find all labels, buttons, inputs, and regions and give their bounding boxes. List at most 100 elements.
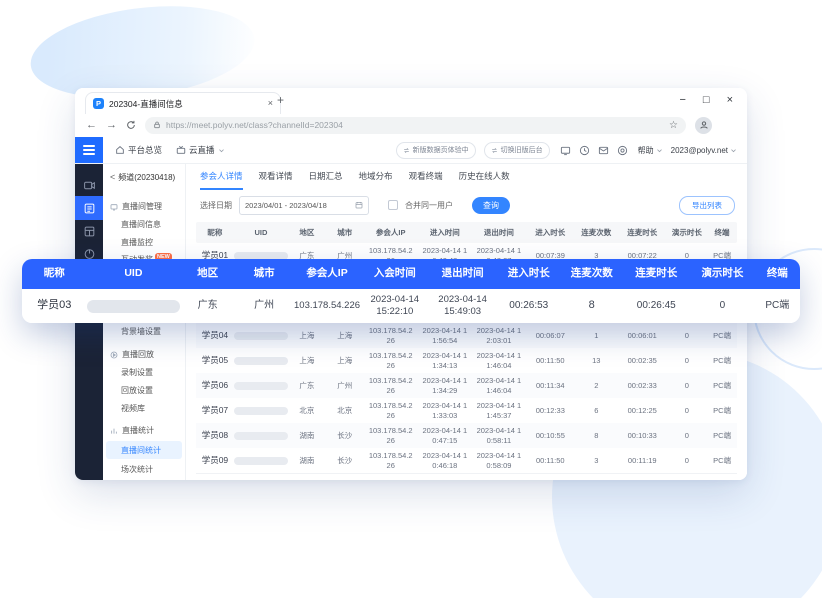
enter-time-cell: 2023-04-14 11:34:29 bbox=[418, 376, 472, 395]
city-cell: 广州 bbox=[326, 381, 364, 390]
column-header: 参会人IP bbox=[364, 228, 418, 237]
sidebar-section-live-room-manage[interactable]: 直播间管理 bbox=[110, 201, 162, 212]
new-version-badge[interactable]: 新版数据页体验中 bbox=[396, 142, 476, 159]
overlay-column-header: 参会人IP bbox=[293, 267, 361, 280]
swap-icon bbox=[491, 147, 498, 154]
demo-duration-cell: 0 bbox=[667, 406, 708, 415]
help-menu[interactable]: 帮助 bbox=[638, 145, 663, 156]
sidebar-section-live-playback[interactable]: 直播回放 bbox=[110, 349, 154, 360]
name-cell: 学员06 bbox=[196, 380, 234, 391]
exit-time-cell: 2023-04-14 10:58:11 bbox=[472, 426, 526, 445]
uid-redacted-pill bbox=[234, 357, 288, 365]
tab-title: 202304-直播间信息 bbox=[109, 98, 263, 110]
sidebar-item-record-settings[interactable]: 录制设置 bbox=[121, 367, 153, 378]
terminal-cell: PC端 bbox=[755, 300, 800, 313]
reload-icon[interactable] bbox=[126, 120, 136, 130]
magnified-row-overlay: 昵称UID地区城市参会人IP入会时间退出时间进入时长连麦次数连麦时长演示时长终端… bbox=[22, 259, 800, 323]
detail-tabs: 参会人详情 观看详情 日期汇总 地域分布 观看终端 历史在线人数 bbox=[186, 164, 747, 190]
mic-duration-cell: 00:11:19 bbox=[618, 456, 667, 465]
uid-redacted-pill bbox=[234, 457, 288, 465]
account-menu[interactable]: 2023@polyv.net bbox=[671, 146, 737, 155]
mic-duration-cell: 00:10:33 bbox=[618, 431, 667, 440]
lock-icon bbox=[153, 121, 161, 129]
profile-avatar[interactable] bbox=[695, 117, 712, 134]
cloud-live-label: 云直播 bbox=[189, 144, 215, 156]
overlay-header-row: 昵称UID地区城市参会人IP入会时间退出时间进入时长连麦次数连麦时长演示时长终端 bbox=[22, 259, 800, 289]
clock-icon[interactable] bbox=[579, 145, 590, 156]
sidebar-item-session-stats[interactable]: 场次统计 bbox=[121, 464, 153, 475]
tab-date-summary[interactable]: 日期汇总 bbox=[309, 164, 343, 190]
new-tab-button[interactable]: + bbox=[277, 94, 284, 106]
sidebar-item-live-monitor[interactable]: 直播监控 bbox=[121, 237, 153, 248]
mic-duration-cell: 00:02:33 bbox=[618, 381, 667, 390]
column-header: 连麦时长 bbox=[618, 228, 667, 237]
query-button[interactable]: 查询 bbox=[472, 197, 510, 214]
overlay-data-row: 学员03广东广州103.178.54.2262023-04-14 15:22:1… bbox=[22, 289, 800, 323]
window-minimize-icon[interactable]: − bbox=[679, 95, 685, 106]
tab-view-terminal[interactable]: 观看终端 bbox=[409, 164, 443, 190]
name-cell: 学员03 bbox=[22, 299, 87, 313]
document-list-icon[interactable] bbox=[75, 196, 103, 220]
display-icon[interactable] bbox=[560, 145, 571, 156]
enter-time-cell: 2023-04-14 10:46:18 bbox=[418, 451, 472, 470]
mail-icon[interactable] bbox=[598, 145, 609, 156]
mic-duration-cell: 00:26:45 bbox=[622, 300, 690, 313]
table-row: 学员09湖南长沙103.178.54.2262023-04-14 10:46:1… bbox=[196, 448, 737, 473]
browser-tab-strip: P 202304-直播间信息 × + − □ × bbox=[75, 88, 747, 113]
tab-close-icon[interactable]: × bbox=[268, 99, 273, 108]
switch-old-version-badge[interactable]: 切换旧版后台 bbox=[484, 142, 550, 159]
column-header: 退出时间 bbox=[472, 228, 526, 237]
window-close-icon[interactable]: × bbox=[727, 95, 733, 106]
region-cell: 湖南 bbox=[288, 431, 326, 440]
uid-cell bbox=[234, 332, 288, 340]
region-cell: 上海 bbox=[288, 356, 326, 365]
sidebar-item-video-library[interactable]: 视频库 bbox=[121, 403, 145, 414]
url-field[interactable]: https://meet.polyv.net/class?channelId=2… bbox=[145, 117, 686, 134]
uid-redacted-pill bbox=[234, 332, 288, 340]
enter-time-cell: 2023-04-14 15:22:10 bbox=[361, 294, 429, 318]
tab-region-distribution[interactable]: 地域分布 bbox=[359, 164, 393, 190]
layout-grid-icon[interactable] bbox=[75, 220, 103, 242]
column-header: 昵称 bbox=[196, 228, 234, 237]
uid-cell bbox=[234, 432, 288, 440]
sidebar-item-live-room-stats[interactable]: 直播间统计 bbox=[106, 441, 182, 459]
enter-time-cell: 2023-04-14 10:47:15 bbox=[418, 426, 472, 445]
forward-icon[interactable]: → bbox=[106, 120, 117, 131]
export-list-button[interactable]: 导出列表 bbox=[679, 196, 735, 215]
camera-icon[interactable] bbox=[75, 174, 103, 196]
city-cell: 北京 bbox=[326, 406, 364, 415]
table-row: 学员04上海上海103.178.54.2262023-04-14 11:56:5… bbox=[196, 323, 737, 348]
service-icon[interactable] bbox=[617, 145, 628, 156]
sidebar-back-channel[interactable]: < 频道(20230418) bbox=[110, 172, 175, 183]
bookmark-star-icon[interactable]: ☆ bbox=[669, 120, 678, 131]
sidebar-item-live-room-info[interactable]: 直播间信息 bbox=[121, 219, 161, 230]
duration-cell: 00:11:50 bbox=[526, 356, 575, 365]
mic-duration-cell: 00:02:35 bbox=[618, 356, 667, 365]
swap-icon bbox=[403, 147, 410, 154]
platform-overview-link[interactable]: 平台总览 bbox=[115, 144, 162, 156]
demo-duration-cell: 0 bbox=[667, 431, 708, 440]
date-range-input[interactable]: 2023/04/01 - 2023/04/18 bbox=[239, 196, 369, 215]
sidebar-item-playback-settings[interactable]: 回放设置 bbox=[121, 385, 153, 396]
demo-duration-cell: 0 bbox=[667, 331, 708, 340]
sidebar-item-background-wall[interactable]: 背景墙设置 bbox=[121, 326, 161, 337]
tab-history-online[interactable]: 历史在线人数 bbox=[459, 164, 510, 190]
date-filter-label: 选择日期 bbox=[200, 200, 232, 211]
tab-view-details[interactable]: 观看详情 bbox=[259, 164, 293, 190]
menu-hamburger-icon[interactable] bbox=[75, 137, 103, 163]
sidebar-section-live-stats[interactable]: 直播统计 bbox=[110, 425, 154, 436]
duration-cell: 00:06:07 bbox=[526, 331, 575, 340]
merge-user-checkbox[interactable] bbox=[388, 200, 398, 210]
terminal-cell: PC端 bbox=[707, 381, 737, 390]
name-cell: 学员05 bbox=[196, 355, 234, 366]
new-version-badge-label: 新版数据页体验中 bbox=[413, 145, 469, 155]
cloud-live-menu[interactable]: 云直播 bbox=[176, 144, 225, 156]
ip-cell: 103.178.54.226 bbox=[364, 326, 418, 345]
browser-tab[interactable]: P 202304-直播间信息 × bbox=[85, 92, 281, 114]
region-cell: 北京 bbox=[288, 406, 326, 415]
uid-redacted-pill bbox=[234, 407, 288, 415]
city-cell: 广州 bbox=[235, 300, 293, 313]
tab-participant-details[interactable]: 参会人详情 bbox=[200, 164, 243, 190]
back-icon[interactable]: ← bbox=[86, 120, 97, 131]
window-maximize-icon[interactable]: □ bbox=[703, 95, 710, 106]
